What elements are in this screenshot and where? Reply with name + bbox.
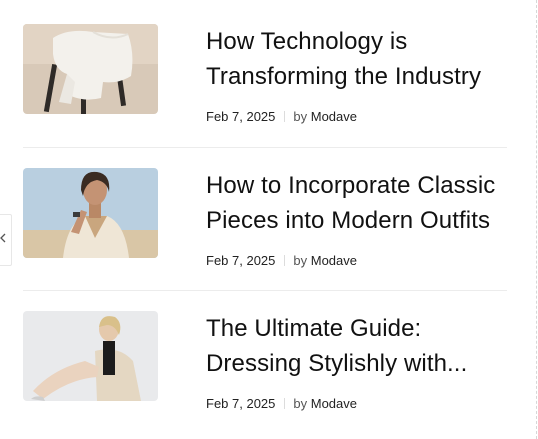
post-meta: Feb 7, 2025 by Modave <box>206 109 357 125</box>
woman-in-desert-image <box>23 168 158 258</box>
previous-button[interactable] <box>0 214 12 266</box>
post-title[interactable]: How to Incorporate Classic Pieces into M… <box>206 168 511 238</box>
post-author[interactable]: Modave <box>311 396 357 411</box>
post-meta: Feb 7, 2025 by Modave <box>206 253 357 269</box>
post-title[interactable]: How Technology is Transforming the Indus… <box>206 24 511 94</box>
byline-prefix: by <box>293 253 308 268</box>
post-title-line-2[interactable]: Dressing Stylishly with... <box>206 346 511 381</box>
post-title[interactable]: The Ultimate Guide: Dressing Stylishly w… <box>206 311 511 381</box>
post-title-line-1[interactable]: How Technology is <box>206 24 511 59</box>
post-thumbnail[interactable] <box>23 24 158 114</box>
post-title-line-2[interactable]: Transforming the Industry <box>206 59 511 94</box>
post-author[interactable]: Modave <box>311 253 357 268</box>
post-date: Feb 7, 2025 <box>206 109 276 124</box>
meta-separator <box>284 111 286 122</box>
post-meta: Feb 7, 2025 by Modave <box>206 396 357 412</box>
chair-with-shirt-image <box>23 24 158 114</box>
column-divider <box>536 0 537 439</box>
post-title-line-1[interactable]: How to Incorporate Classic <box>206 168 511 203</box>
post-date: Feb 7, 2025 <box>206 253 276 268</box>
byline-prefix: by <box>293 109 308 124</box>
post-title-line-2[interactable]: Pieces into Modern Outfits <box>206 203 511 238</box>
chevron-left-icon <box>0 233 6 243</box>
post-thumbnail[interactable] <box>23 168 158 258</box>
divider <box>23 290 507 291</box>
seated-woman-image <box>23 311 158 401</box>
meta-separator <box>284 398 286 409</box>
meta-separator <box>284 255 286 266</box>
blog-post-list: How Technology is Transforming the Indus… <box>0 0 538 439</box>
post-author[interactable]: Modave <box>311 109 357 124</box>
post-title-line-1[interactable]: The Ultimate Guide: <box>206 311 511 346</box>
post-date: Feb 7, 2025 <box>206 396 276 411</box>
divider <box>23 147 507 148</box>
post-thumbnail[interactable] <box>23 311 158 401</box>
byline-prefix: by <box>293 396 308 411</box>
